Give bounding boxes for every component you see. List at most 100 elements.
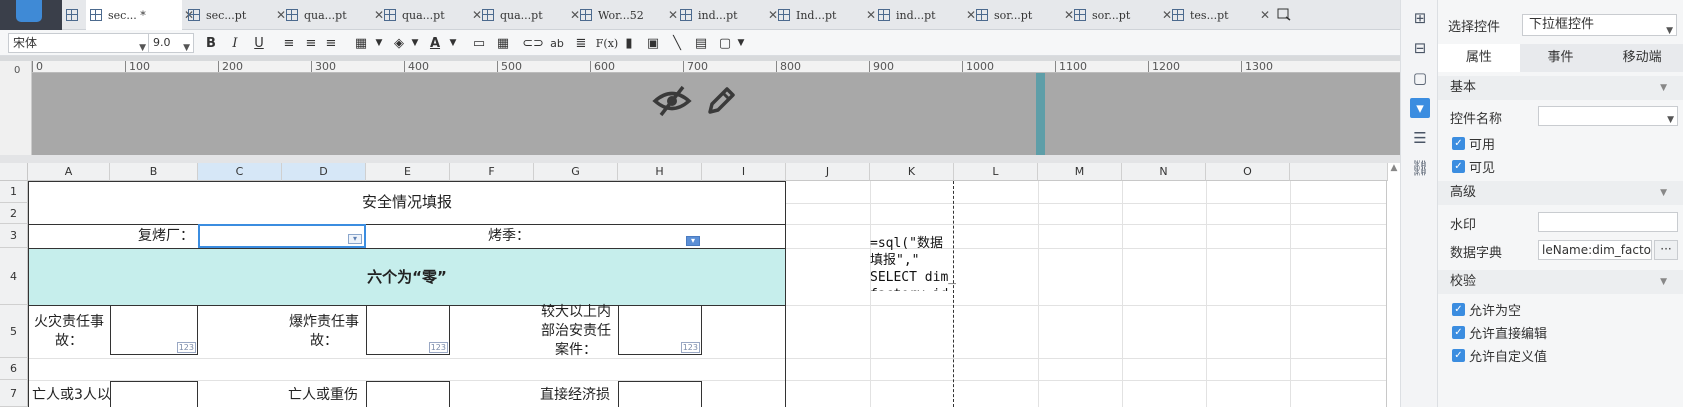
tab-template[interactable]: Wor...52 ✕ <box>580 0 678 30</box>
security-case-label[interactable]: 较大以上内部治安责任案件： <box>534 304 618 358</box>
tab-events[interactable]: 事件 <box>1520 44 1602 72</box>
close-icon[interactable]: ✕ <box>668 8 678 22</box>
tab-mobile[interactable]: 移动端 <box>1601 44 1683 72</box>
close-icon[interactable]: ✕ <box>472 8 482 22</box>
tab-template[interactable]: ind...pt ✕ <box>680 0 778 30</box>
death-row-label[interactable]: 亡人或3人以 <box>28 380 110 407</box>
border-icon[interactable]: ▦ <box>352 34 370 52</box>
explosion-accident-label[interactable]: 爆炸责任事故： <box>282 305 366 358</box>
column-header[interactable]: I <box>702 163 786 181</box>
tab-template[interactable]: qua...pt ✕ <box>384 0 482 30</box>
column-header[interactable]: E <box>366 163 450 181</box>
section-basic[interactable]: 基本 ▼ <box>1438 76 1683 100</box>
align-right-icon[interactable]: ≡ <box>322 34 340 52</box>
tab-template[interactable]: Ind...pt ✕ <box>778 0 876 30</box>
widget-name-field[interactable]: ▼ <box>1538 106 1678 126</box>
link-icon[interactable]: ⊂⊃ <box>522 34 544 52</box>
fire-accident-input[interactable]: 123 <box>110 305 198 355</box>
column-header[interactable]: D <box>282 163 366 181</box>
row-header[interactable]: 2 <box>0 203 28 224</box>
explosion-accident-input[interactable]: 123 <box>366 305 450 355</box>
parameter-pane-boundary[interactable] <box>1036 73 1045 155</box>
tab-template[interactable]: qua...pt ✕ <box>286 0 384 30</box>
data-dictionary-edit-button[interactable]: ··· <box>1654 240 1678 260</box>
font-color-icon[interactable]: A <box>426 34 444 52</box>
cell-element-icon[interactable]: ▢ <box>1410 68 1430 88</box>
allow-direct-edit-checkbox[interactable]: ✓ 允许直接编辑 <box>1452 323 1547 342</box>
hyperlink-icon[interactable]: ⛓ <box>1410 158 1430 178</box>
chevron-down-icon[interactable]: ▼ <box>444 34 462 52</box>
text-format-icon[interactable]: ≣ <box>572 34 590 52</box>
injury-input[interactable] <box>366 381 450 407</box>
close-icon[interactable]: ✕ <box>1064 8 1074 22</box>
select-all-corner[interactable] <box>0 163 28 181</box>
report-title[interactable]: 安全情况填报 <box>28 181 786 224</box>
close-icon[interactable]: ✕ <box>768 8 778 22</box>
banner-cell[interactable]: 六个为“零” <box>29 249 785 305</box>
new-template-icon[interactable] <box>66 0 84 30</box>
column-header[interactable]: N <box>1122 163 1206 181</box>
column-header[interactable]: O <box>1206 163 1290 181</box>
column-header[interactable]: L <box>954 163 1038 181</box>
tab-properties[interactable]: 属性 <box>1438 44 1520 72</box>
section-validation[interactable]: 校验 ▼ <box>1438 270 1683 294</box>
cell-property-icon[interactable]: ⊞ <box>1410 8 1430 28</box>
loss-input[interactable] <box>618 381 702 407</box>
column-header[interactable]: C <box>198 163 282 181</box>
row-header[interactable]: 3 <box>0 224 28 248</box>
tab-template[interactable]: sor...pt ✕ <box>976 0 1074 30</box>
column-header[interactable]: F <box>450 163 534 181</box>
chevron-down-icon[interactable]: ▼ <box>370 34 388 52</box>
italic-icon[interactable]: I <box>226 34 244 52</box>
condition-attribute-icon[interactable]: ☰ <box>1410 128 1430 148</box>
tab-template[interactable]: qua...pt ✕ <box>482 0 580 30</box>
close-icon[interactable]: ✕ <box>570 8 580 22</box>
close-icon[interactable]: ✕ <box>1260 8 1270 22</box>
hide-parameter-icon[interactable] <box>652 84 692 118</box>
death-input[interactable] <box>110 381 198 407</box>
close-icon[interactable]: ✕ <box>1162 8 1172 22</box>
column-header[interactable]: K <box>870 163 954 181</box>
row-header[interactable]: 7 <box>0 380 28 407</box>
underline-icon[interactable]: U <box>250 34 268 52</box>
allow-empty-checkbox[interactable]: ✓ 允许为空 <box>1452 300 1521 319</box>
loss-row-label[interactable]: 直接经济损 <box>534 380 618 407</box>
text-ab-icon[interactable]: ab <box>548 34 566 52</box>
column-header[interactable]: B <box>110 163 198 181</box>
scroll-up-icon[interactable]: ▲ <box>1388 163 1400 177</box>
table-icon[interactable]: ▦ <box>494 34 512 52</box>
factory-dropdown-cell[interactable]: ▾ <box>198 224 366 248</box>
formula-cell[interactable]: =sql("数据 填报"," SELECT dim_ factory_id <box>870 235 956 291</box>
widget-type-select[interactable]: 下拉框控件 ▼ <box>1522 14 1677 36</box>
chevron-down-icon[interactable]: ▼ <box>406 34 424 52</box>
data-dictionary-field[interactable]: leName:dim_factory] <box>1538 240 1652 260</box>
enabled-checkbox[interactable]: ✓ 可用 <box>1452 134 1495 153</box>
align-center-icon[interactable]: ≡ <box>302 34 320 52</box>
tab-template[interactable]: sec... *✕ <box>86 0 194 30</box>
injury-row-label[interactable]: 亡人或重伤 <box>282 380 366 407</box>
align-left-icon[interactable]: ≡ <box>280 34 298 52</box>
row-header[interactable]: 5 <box>0 305 28 358</box>
pane-splitter[interactable] <box>0 155 1400 163</box>
chevron-down-icon[interactable]: ▼ <box>732 34 750 52</box>
column-header[interactable]: G <box>534 163 618 181</box>
font-family-select[interactable]: 宋体 ▼ <box>8 33 150 53</box>
visible-checkbox[interactable]: ✓ 可见 <box>1452 157 1495 176</box>
tab-template[interactable]: ind...pt ✕ <box>878 0 976 30</box>
column-header[interactable]: H <box>618 163 702 181</box>
formula-icon[interactable]: F(x) <box>596 34 618 52</box>
tab-template[interactable]: sor...pt ✕ <box>1074 0 1172 30</box>
cell-attribute-icon[interactable]: ⊟ <box>1410 38 1430 58</box>
chart-icon[interactable]: ▮ <box>620 34 638 52</box>
security-case-input[interactable]: 123 <box>618 305 702 355</box>
section-advanced[interactable]: 高级 ▼ <box>1438 181 1683 205</box>
season-dropdown-cell[interactable]: ▾ <box>534 224 702 248</box>
tab-template[interactable]: tes...pt ✕ <box>1172 0 1270 30</box>
slash-icon[interactable]: ╲ <box>668 34 686 52</box>
widget-settings-icon[interactable]: ▾ <box>1410 98 1430 118</box>
tab-menu-icon[interactable] <box>1276 6 1292 22</box>
tab-template[interactable]: sec...pt ✕ <box>188 0 286 30</box>
row-header[interactable]: 6 <box>0 358 28 380</box>
parameter-pane[interactable] <box>32 73 1400 155</box>
subreport-icon[interactable]: ▤ <box>692 34 710 52</box>
